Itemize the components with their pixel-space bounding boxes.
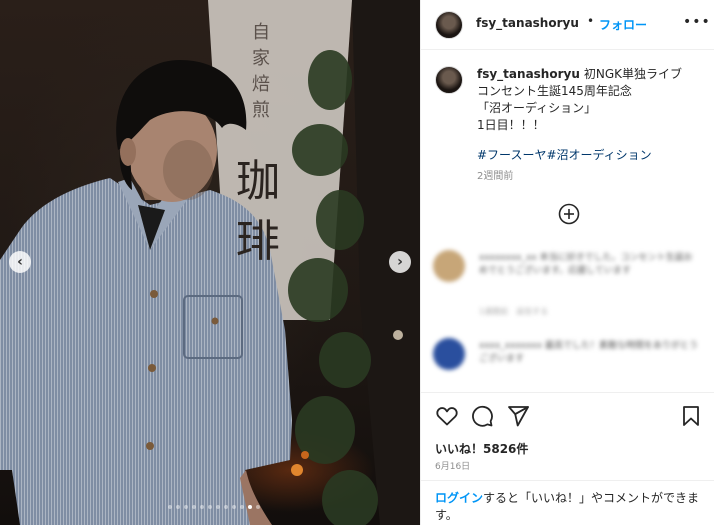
hashtag-links[interactable]: #フースーヤ#沼オーディション	[477, 146, 652, 163]
caption-line: コンセント生誕145周年記念	[477, 84, 632, 98]
post-photo: 自 家 焙 煎 珈 琲 ‹ ›	[0, 0, 420, 525]
load-more-comments-icon[interactable]	[558, 203, 580, 225]
comment-text: xxxxxxxx_xx 本当に好きでした。コンセント生誕おめでとうございます。応…	[479, 253, 693, 276]
post-detail-panel: fsy_tanashoryu • フォロー ••• fsy_tanashoryu…	[420, 0, 714, 525]
banner-char: 琲	[236, 216, 280, 260]
share-icon[interactable]	[506, 404, 530, 428]
carousel-prev-button[interactable]: ‹	[9, 251, 31, 273]
bookmark-icon[interactable]	[679, 404, 703, 428]
carousel-dot	[256, 505, 260, 509]
caption-text: fsy_tanashoryu 初NGK単独ライブ コンセント生誕145周年記念 「…	[477, 66, 707, 134]
carousel-dot	[224, 505, 228, 509]
comment-item: xxxxxxxx_xx 本当に好きでした。コンセント生誕おめでとうございます。応…	[433, 250, 703, 320]
carousel-dot	[248, 505, 252, 509]
carousel-indicator	[168, 505, 260, 509]
post-date: 6月16日	[435, 462, 471, 472]
banner-char: 珈	[236, 156, 280, 207]
carousel-dot	[208, 505, 212, 509]
follow-button[interactable]: フォロー	[599, 16, 647, 33]
action-bar	[421, 392, 714, 437]
caption-username[interactable]: fsy_tanashoryu	[477, 67, 580, 81]
carousel-dot	[232, 505, 236, 509]
carousel-dot	[200, 505, 204, 509]
separator-dot: •	[587, 14, 595, 28]
banner-char: 焙	[252, 74, 270, 95]
like-count[interactable]: いいね！5826件	[435, 440, 528, 457]
banner-char: 煎	[252, 100, 270, 121]
post-age: 2週間前	[477, 171, 514, 182]
carousel-dot	[192, 505, 196, 509]
comment-meta: 1週間前 返信する	[479, 307, 549, 316]
comment-text: xxxx_xxxxxxx 最高でした！素敵な時間をありがとうございます	[479, 341, 698, 364]
carousel-dot	[240, 505, 244, 509]
carousel-next-button[interactable]: ›	[389, 251, 411, 273]
caption-line: 初NGK単独ライブ	[583, 67, 683, 81]
carousel-dot	[176, 505, 180, 509]
comment-icon[interactable]	[470, 404, 494, 428]
carousel-dot	[216, 505, 220, 509]
login-link[interactable]: ログイン	[435, 491, 483, 505]
avatar[interactable]	[435, 11, 463, 39]
caption-line: 1日目！！！	[477, 118, 545, 132]
caption-avatar[interactable]	[435, 66, 463, 94]
photo-scene	[0, 0, 420, 525]
carousel-dot	[184, 505, 188, 509]
login-prompt-text: ログインすると「いいね！」やコメントができます。	[435, 490, 707, 524]
post-header: fsy_tanashoryu • フォロー •••	[421, 0, 714, 50]
heart-icon[interactable]	[435, 404, 459, 428]
banner-char: 自	[252, 22, 270, 43]
caption-line: 「沼オーディション」	[477, 101, 597, 115]
banner-char: 家	[252, 48, 270, 69]
comment-item: xxxx_xxxxxxx 最高でした！素敵な時間をありがとうございます	[433, 338, 703, 388]
comment-avatar[interactable]	[433, 338, 465, 370]
username-link[interactable]: fsy_tanashoryu	[476, 16, 579, 30]
carousel-dot	[168, 505, 172, 509]
comment-avatar[interactable]	[433, 250, 465, 282]
login-prompt: ログインすると「いいね！」やコメントができます。	[421, 480, 714, 525]
more-horizontal-icon[interactable]: •••	[683, 14, 711, 30]
